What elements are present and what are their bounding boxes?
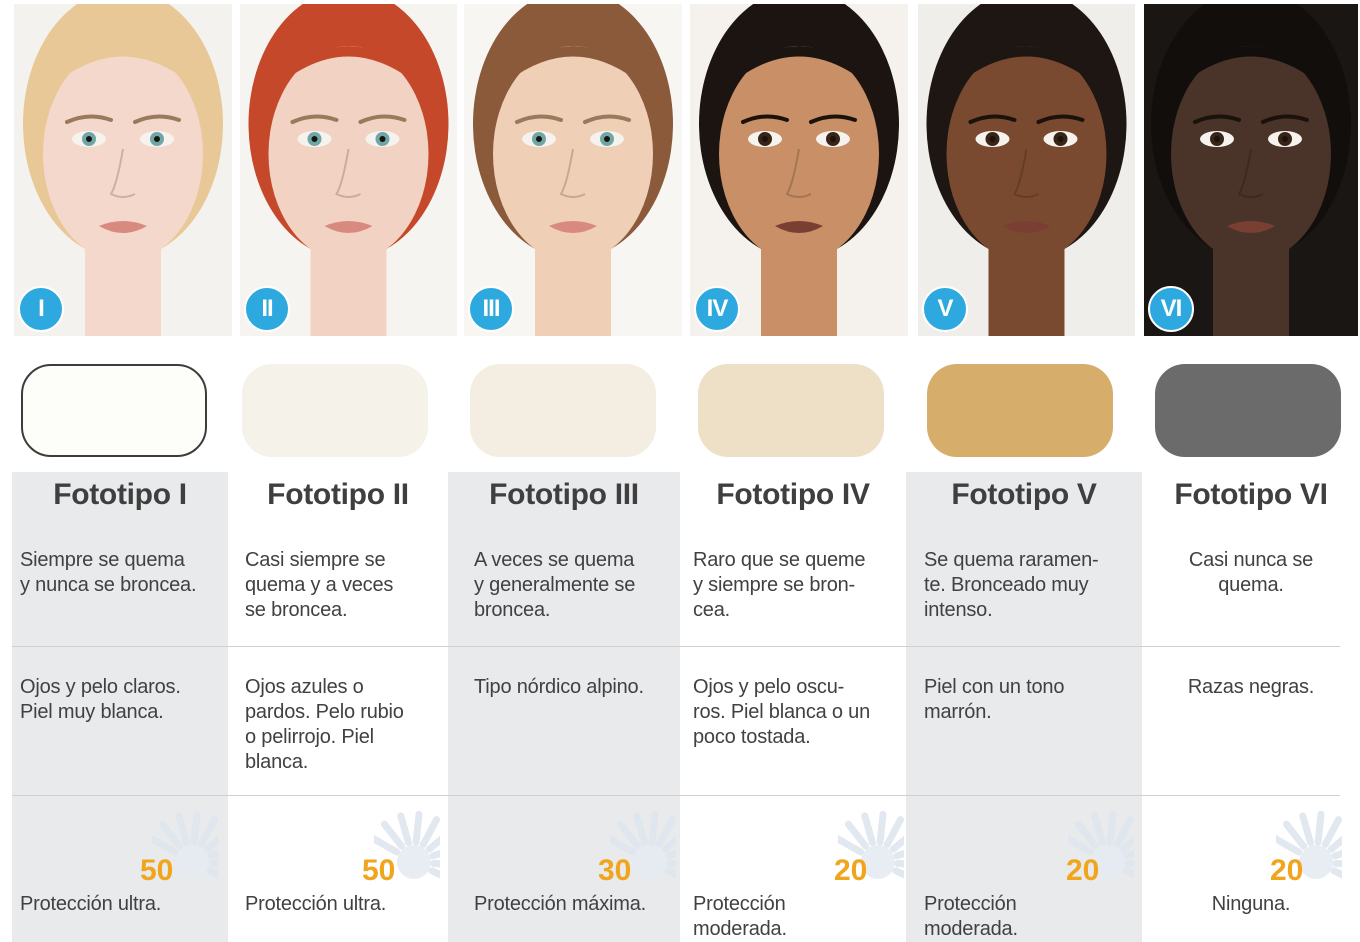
protection-text: Protección moderada. — [693, 893, 787, 940]
features-text: Ojos azules o pardos. Pelo rubio o pelir… — [245, 676, 404, 773]
numeral-badge: V — [922, 286, 968, 332]
burn-behavior-text: A veces se quema y generalmente se bronc… — [474, 549, 636, 621]
spf-value: 20 — [834, 854, 868, 887]
skin-swatch-1 — [21, 364, 207, 457]
skin-swatch-3 — [470, 364, 656, 457]
numeral-badge: II — [244, 286, 290, 332]
portrait-fototipo-6: VI — [1144, 4, 1358, 336]
column-title: Fototipo II — [267, 478, 409, 511]
spf-value: 20 — [1270, 854, 1304, 887]
portrait-fototipo-1: I — [14, 4, 232, 336]
portrait-fototipo-3: III — [464, 4, 682, 336]
features-text: Ojos y pelo oscu- ros. Piel blanca o un … — [693, 676, 871, 748]
protection-text: Protección ultra. — [20, 893, 162, 915]
burn-behavior-text: Siempre se quema y nunca se broncea. — [20, 549, 197, 596]
column-title: Fototipo IV — [716, 478, 870, 511]
row-divider — [12, 795, 1340, 796]
column-title: Fototipo VI — [1174, 478, 1328, 511]
burn-behavior-text: Casi nunca se quema. — [1188, 549, 1314, 596]
skin-swatch-2 — [242, 364, 428, 457]
spf-value: 50 — [362, 854, 396, 887]
protection-text: Protección moderada. — [924, 893, 1018, 940]
protection-text: Protección máxima. — [474, 893, 647, 915]
column-title: Fototipo III — [489, 478, 639, 511]
skin-swatch-5 — [927, 364, 1113, 457]
column-title: Fototipo I — [53, 478, 187, 511]
protection-text: Ninguna. — [1211, 893, 1291, 915]
features-text: Piel con un tono marrón. — [924, 676, 1065, 723]
portrait-fototipo-5: V — [918, 4, 1135, 336]
portrait-fototipo-4: IV — [690, 4, 908, 336]
spf-value: 50 — [140, 854, 174, 887]
column-title: Fototipo V — [951, 478, 1097, 511]
features-text: Ojos y pelo claros. Piel muy blanca. — [20, 676, 181, 723]
portrait-fototipo-2: II — [240, 4, 457, 336]
numeral-badge: III — [468, 286, 514, 332]
features-text: Tipo nórdico alpino. — [474, 676, 644, 698]
numeral-badge: VI — [1148, 286, 1194, 332]
skin-swatch-6 — [1155, 364, 1341, 457]
burn-behavior-text: Se quema raramen- te. Bronceado muy inte… — [924, 549, 1099, 621]
spf-value: 20 — [1066, 854, 1100, 887]
row-divider — [12, 646, 1340, 647]
spf-value: 30 — [598, 854, 632, 887]
burn-behavior-text: Raro que se queme y siempre se bron- cea… — [693, 549, 866, 621]
numeral-badge: I — [18, 286, 64, 332]
protection-text: Protección ultra. — [245, 893, 387, 915]
skin-swatch-4 — [698, 364, 884, 457]
burn-behavior-text: Casi siempre se quema y a veces se bronc… — [245, 549, 394, 621]
numeral-badge: IV — [694, 286, 740, 332]
portrait-row: I II III IV V VI — [0, 0, 1360, 340]
features-text: Razas negras. — [1187, 676, 1315, 698]
